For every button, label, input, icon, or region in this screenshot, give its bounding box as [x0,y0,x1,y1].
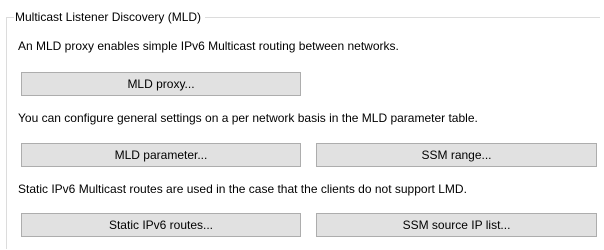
mld-proxy-button[interactable]: MLD proxy... [21,72,301,96]
mld-parameter-button[interactable]: MLD parameter... [21,143,301,167]
static-ipv6-routes-button[interactable]: Static IPv6 routes... [21,213,301,237]
ssm-source-ip-list-button[interactable]: SSM source IP list... [316,213,597,237]
mld-proxy-description: An MLD proxy enables simple IPv6 Multica… [18,39,399,53]
mld-parameter-description: You can configure general settings on a … [18,111,478,125]
group-title: Multicast Listener Discovery (MLD) [14,9,206,25]
ssm-range-button[interactable]: SSM range... [316,143,597,167]
static-routes-description: Static IPv6 Multicast routes are used in… [18,182,467,196]
